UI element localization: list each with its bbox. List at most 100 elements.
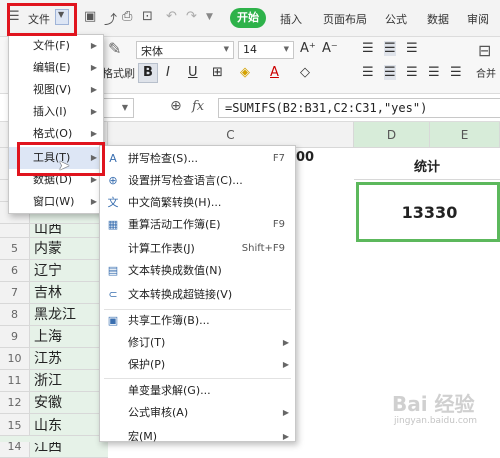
header-partial-text: 00 — [296, 150, 315, 165]
align-right-icon[interactable]: ☰ — [406, 65, 418, 80]
distribute-icon[interactable]: ☰ — [450, 65, 462, 80]
align-top-icon[interactable]: ☰ — [362, 41, 374, 56]
menu-item-chinese-convert[interactable]: 文中文简繁转换(H)... — [100, 192, 295, 214]
chevron-right-icon: ▶ — [90, 107, 97, 116]
justify-icon[interactable]: ☰ — [428, 65, 440, 80]
cell-province[interactable]: 江苏 — [30, 348, 108, 370]
menu-item-calc-sheet[interactable]: 计算工作表(J) Shift+F9 — [100, 238, 295, 260]
chevron-right-icon: ▶ — [90, 63, 97, 72]
menu-item-label: 计算工作表(J) — [128, 242, 195, 255]
menu-item-goal-seek[interactable]: 单变量求解(G)... — [100, 380, 295, 402]
tab-review[interactable]: 审阅 — [467, 11, 489, 27]
menu-item-formula-audit[interactable]: 公式审核(A) ▶ — [100, 402, 295, 424]
row-header[interactable]: 5 — [0, 238, 30, 260]
chevron-right-icon: ▶ — [90, 197, 97, 206]
partial-row-cell[interactable]: 山西 — [30, 224, 108, 238]
text-to-number-icon: ▤ — [107, 264, 119, 277]
row-header[interactable]: 15 — [0, 416, 30, 436]
cell-province[interactable]: 上海 — [30, 326, 108, 348]
menu-item-label: 格式(O) — [33, 127, 73, 140]
menu-item-label: 重算活动工作簿(E) — [128, 218, 221, 231]
menu-item-label: 共享工作簿(B)... — [128, 314, 210, 327]
cell-province[interactable]: 安徽 — [30, 392, 108, 414]
print-icon[interactable]: ⎙ — [122, 9, 132, 24]
font-shrink-icon[interactable]: A⁻ — [322, 41, 338, 56]
menu-item-label: 编辑(E) — [33, 61, 71, 74]
row-header[interactable]: 12 — [0, 392, 30, 414]
menu-item-label: 中文简繁转换(H)... — [128, 196, 222, 209]
menu-item-share-workbook[interactable]: ▣ 共享工作簿(B)... — [100, 310, 295, 332]
more-chevron-icon[interactable]: ▼ — [206, 12, 213, 22]
row-header[interactable]: 11 — [0, 370, 30, 392]
stat-header-cell[interactable]: 统计 — [354, 148, 500, 180]
undo-icon[interactable]: ↶ — [166, 9, 177, 24]
font-grow-icon[interactable]: A⁺ — [300, 41, 316, 56]
bold-icon[interactable]: B — [138, 63, 158, 83]
menu-item-spell-check[interactable]: A 拼写检查(S)... F7 — [100, 148, 295, 170]
cell-province[interactable]: 内蒙 — [30, 238, 108, 260]
menu-item-label: 宏(M) — [128, 430, 158, 443]
underline-icon[interactable]: U — [188, 65, 198, 80]
fx-icon[interactable]: fx — [192, 99, 204, 114]
row-header[interactable] — [0, 224, 30, 238]
column-header-d[interactable]: D — [354, 122, 430, 148]
cell-province[interactable]: 辽宁 — [30, 260, 108, 282]
menu-item-window[interactable]: 窗口(W) ▶ — [9, 191, 103, 213]
fill-color-icon[interactable]: ◈ — [240, 65, 250, 80]
align-middle-icon[interactable]: ☰ — [384, 41, 396, 56]
menu-item-label: 单变量求解(G)... — [128, 384, 211, 397]
menu-item-text-to-link[interactable]: ⊂ 文本转换成超链接(V) — [100, 284, 295, 306]
menu-item-macro[interactable]: 宏(M) ▶ — [100, 426, 295, 448]
align-left-icon[interactable]: ☰ — [362, 65, 374, 80]
menu-item-view[interactable]: 视图(V) ▶ — [9, 79, 103, 101]
menu-item-spell-language[interactable]: ⊕ 设置拼写检查语言(C)... — [100, 170, 295, 192]
print-preview-icon[interactable]: ⊡ — [142, 9, 153, 24]
formula-input[interactable]: =SUMIFS(B2:B31,C2:C31,"yes") — [218, 98, 500, 118]
border-icon[interactable]: ⊞ — [212, 65, 223, 80]
menu-item-file[interactable]: 文件(F) ▶ — [9, 35, 103, 57]
stat-value-cell[interactable]: 13330 — [356, 182, 500, 242]
menu-item-text-to-number[interactable]: ▤ 文本转换成数值(N) — [100, 260, 295, 282]
cell-province[interactable]: 黑龙江 — [30, 304, 108, 326]
tab-formulas[interactable]: 公式 — [385, 11, 407, 27]
cell-province[interactable]: 浙江 — [30, 370, 108, 392]
cell-province[interactable]: 吉林 — [30, 282, 108, 304]
format-painter-label[interactable]: 格式刷 — [102, 65, 135, 81]
export-icon[interactable]: ⤴ — [104, 9, 117, 28]
row-header[interactable]: 6 — [0, 260, 30, 282]
font-size-select[interactable]: 14 ▼ — [238, 41, 294, 59]
tab-data[interactable]: 数据 — [427, 11, 449, 27]
column-header-e[interactable]: E — [430, 122, 500, 148]
italic-icon[interactable]: I — [166, 65, 170, 80]
merge-center-icon[interactable]: ⊟ — [478, 41, 491, 60]
font-color-icon[interactable]: A — [270, 65, 279, 80]
annotation-highlight-tools — [17, 142, 105, 176]
link-icon: ⊂ — [108, 288, 118, 301]
paste-icon[interactable]: ✎ — [108, 39, 121, 58]
align-center-icon[interactable]: ☰ — [384, 65, 396, 80]
align-bottom-icon[interactable]: ☰ — [406, 41, 418, 56]
menu-item-revisions[interactable]: 修订(T) ▶ — [100, 332, 295, 354]
row-header[interactable]: 10 — [0, 348, 30, 370]
menu-item-label: 拼写检查(S)... — [128, 152, 199, 165]
redo-icon[interactable]: ↷ — [186, 9, 197, 24]
shortcut-label: F7 — [272, 153, 285, 164]
save-icon[interactable]: ▣ — [84, 9, 96, 24]
menu-item-recalc-workbook[interactable]: ▦ 重算活动工作簿(E) F9 — [100, 214, 295, 236]
menu-item-insert[interactable]: 插入(I) ▶ — [9, 101, 103, 123]
menu-item-protect[interactable]: 保护(P) ▶ — [100, 354, 295, 376]
zoom-search-icon[interactable]: ⊕ — [170, 98, 182, 114]
tab-start[interactable]: 开始 — [230, 8, 266, 28]
shortcut-label: F9 — [272, 219, 285, 230]
row-header[interactable]: 7 — [0, 282, 30, 304]
merge-center-label[interactable]: 合并 — [476, 65, 496, 80]
cell-province[interactable]: 山东 — [30, 416, 108, 436]
font-name-select[interactable]: 宋体 ▼ — [136, 41, 234, 59]
tab-insert[interactable]: 插入 — [280, 11, 302, 27]
row-header[interactable]: 8 — [0, 304, 30, 326]
row-header[interactable]: 9 — [0, 326, 30, 348]
clear-format-icon[interactable]: ◇ — [300, 65, 310, 80]
menu-item-edit[interactable]: 编辑(E) ▶ — [9, 57, 103, 79]
tab-page-layout[interactable]: 页面布局 — [323, 11, 367, 27]
name-box-dropdown[interactable]: ▼ — [104, 98, 134, 118]
